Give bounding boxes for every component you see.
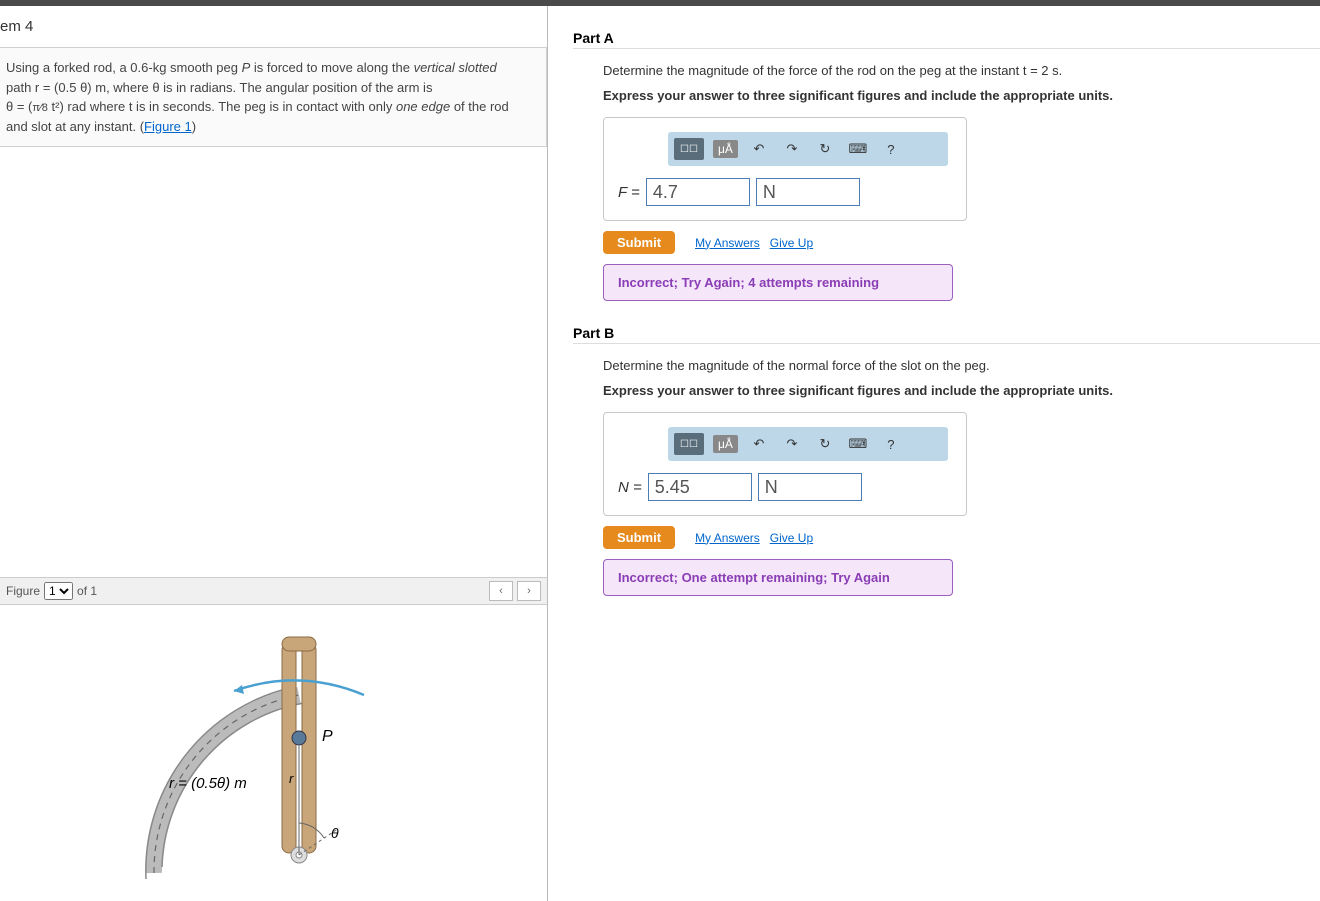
part-b-my-answers-link[interactable]: My Answers <box>695 531 760 545</box>
part-b-var-label: N = <box>618 479 642 496</box>
part-a-my-answers-link[interactable]: My Answers <box>695 236 760 250</box>
reset-icon[interactable]: ↻ <box>813 433 837 455</box>
figure-select[interactable]: 1 <box>44 582 73 600</box>
svg-text:r = (0.5θ) m: r = (0.5θ) m <box>169 775 247 792</box>
figure-toolbar: Figure 1 of 1 ‹ › <box>0 577 547 605</box>
templates-icon[interactable]: ☐☐ <box>674 138 704 160</box>
figure-prev-button[interactable]: ‹ <box>489 581 513 601</box>
figure-label: Figure <box>6 584 40 598</box>
problem-title: em 4 <box>0 6 547 47</box>
figure-count: of 1 <box>77 584 97 598</box>
units-button[interactable]: μÅ <box>713 435 738 453</box>
keyboard-icon[interactable]: ⌨ <box>846 138 870 160</box>
help-icon[interactable]: ? <box>879 138 903 160</box>
figure-next-button[interactable]: › <box>517 581 541 601</box>
part-a-value-input[interactable] <box>646 178 750 206</box>
part-a-unit-input[interactable]: N <box>756 178 860 206</box>
part-a-toolbar: ☐☐ μÅ ↶ ↷ ↻ ⌨ ? <box>668 132 948 166</box>
redo-icon[interactable]: ↷ <box>780 433 804 455</box>
part-a-var-label: F = <box>618 184 640 201</box>
part-b-answer-box: ☐☐ μÅ ↶ ↷ ↻ ⌨ ? N = N <box>603 412 967 516</box>
units-button[interactable]: μÅ <box>713 140 738 158</box>
part-b-give-up-link[interactable]: Give Up <box>770 531 813 545</box>
part-b-question: Determine the magnitude of the normal fo… <box>603 358 1320 373</box>
part-b-submit-button[interactable]: Submit <box>603 526 675 549</box>
templates-icon[interactable]: ☐☐ <box>674 433 704 455</box>
redo-icon[interactable]: ↷ <box>780 138 804 160</box>
part-b-feedback: Incorrect; One attempt remaining; Try Ag… <box>603 559 953 596</box>
svg-text:θ: θ <box>331 825 339 841</box>
keyboard-icon[interactable]: ⌨ <box>846 433 870 455</box>
part-b-instruction: Express your answer to three significant… <box>603 383 1320 398</box>
part-a-feedback: Incorrect; Try Again; 4 attempts remaini… <box>603 264 953 301</box>
help-icon[interactable]: ? <box>879 433 903 455</box>
part-b-unit-input[interactable]: N <box>758 473 862 501</box>
problem-description: Using a forked rod, a 0.6-kg smooth peg … <box>0 47 547 147</box>
figure-image: P θ r r = (0.5θ) m <box>0 605 547 901</box>
svg-text:r: r <box>289 771 294 786</box>
part-a-header: Part A <box>573 30 1320 49</box>
part-a-question: Determine the magnitude of the force of … <box>603 63 1320 78</box>
figure-link[interactable]: Figure 1 <box>144 119 192 134</box>
part-a-answer-box: ☐☐ μÅ ↶ ↷ ↻ ⌨ ? F = N <box>603 117 967 221</box>
part-b-toolbar: ☐☐ μÅ ↶ ↷ ↻ ⌨ ? <box>668 427 948 461</box>
part-b-header: Part B <box>573 325 1320 344</box>
part-a-give-up-link[interactable]: Give Up <box>770 236 813 250</box>
part-a-submit-button[interactable]: Submit <box>603 231 675 254</box>
svg-text:P: P <box>322 728 333 745</box>
part-a-instruction: Express your answer to three significant… <box>603 88 1320 103</box>
undo-icon[interactable]: ↶ <box>747 138 771 160</box>
reset-icon[interactable]: ↻ <box>813 138 837 160</box>
part-b-value-input[interactable] <box>648 473 752 501</box>
undo-icon[interactable]: ↶ <box>747 433 771 455</box>
